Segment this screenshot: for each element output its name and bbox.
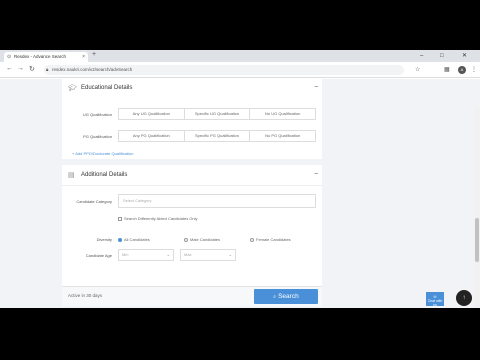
arrow-up-icon: ↑: [462, 295, 466, 301]
diversity-label: Diversity: [96, 237, 112, 242]
pg-option-none[interactable]: No PG Qualification: [250, 131, 315, 141]
age-max-select[interactable]: Max ⌄: [180, 249, 236, 261]
details-icon: ▤: [68, 172, 75, 179]
ug-label: UG Qualification: [82, 112, 112, 117]
url-text: resdex.naukri.com/v2/search/advSearch: [52, 67, 133, 72]
collapse-button[interactable]: –: [315, 171, 318, 177]
chevron-down-icon: ⌄: [228, 252, 232, 257]
browser-window: ⊙ Resdex - Advance Search × + – □ ✕ ← → …: [0, 50, 480, 308]
section-title: Additional Details: [81, 172, 128, 178]
divider: [62, 185, 322, 186]
active-in-value[interactable]: 30 days: [86, 293, 102, 298]
page-favicon-icon: ⊙: [7, 54, 12, 60]
tab-bar: ⊙ Resdex - Advance Search × + – □ ✕: [0, 50, 480, 62]
profile-avatar[interactable]: A: [458, 66, 466, 74]
add-ppg-link[interactable]: + Add PPG/Doctorate Qualification: [72, 151, 133, 156]
diff-abled-label: Search Differently Abled Candidates Only: [124, 216, 198, 221]
search-icon: ⌕: [273, 294, 277, 300]
url-field[interactable]: 🔒︎ resdex.naukri.com/v2/search/advSearch: [44, 65, 404, 75]
pg-option-specific[interactable]: Specific PG Qualification: [185, 131, 251, 141]
back-icon[interactable]: ←: [6, 65, 13, 72]
additional-details-section: ▤ Additional Details – Candidate Categor…: [62, 165, 322, 305]
radio-label: All Candidates: [124, 237, 150, 242]
pg-option-any[interactable]: Any PG Qualification: [119, 131, 185, 141]
radio-dot: [184, 237, 188, 242]
chat-help-button[interactable]: ✉ Chat with us: [426, 292, 444, 307]
educational-details-section: 🎓︎ Educational Details – UG Qualificatio…: [62, 79, 322, 159]
age-min-value: Min: [122, 252, 129, 257]
tab-title: Resdex - Advance Search: [14, 54, 67, 59]
radio-dot: [250, 237, 254, 242]
radio-label: Female Candidates: [256, 237, 291, 242]
checkbox-box: [118, 216, 122, 221]
page-content: 🎓︎ Educational Details – UG Qualificatio…: [0, 79, 480, 308]
active-in-label: Active in: [68, 293, 86, 298]
pg-qualification-group: Any PG Qualification Specific PG Qualifi…: [118, 130, 316, 142]
close-window-button[interactable]: ✕: [462, 50, 467, 62]
lock-icon: 🔒︎: [46, 67, 49, 72]
reload-icon[interactable]: ↻: [29, 65, 35, 73]
section-title: Educational Details: [81, 85, 133, 91]
forward-icon[interactable]: →: [17, 65, 24, 72]
scrollbar-thumb[interactable]: [475, 218, 479, 262]
age-max-value: Max: [184, 252, 192, 257]
radio-label: Male Candidates: [190, 237, 221, 242]
tab-close-icon[interactable]: ×: [82, 52, 85, 62]
chat-label: Chat with us: [427, 299, 443, 307]
browser-tab[interactable]: ⊙ Resdex - Advance Search ×: [4, 52, 88, 62]
pg-label: PG Qualification: [83, 134, 112, 139]
search-button[interactable]: ⌕ Search: [254, 289, 318, 304]
scroll-top-button[interactable]: ↑: [456, 290, 472, 306]
extensions-icon[interactable]: ▦: [444, 66, 450, 73]
address-bar: ← → ↻ 🔒︎ resdex.naukri.com/v2/search/adv…: [0, 62, 480, 78]
age-min-select[interactable]: Min ⌄: [118, 249, 174, 261]
search-footer-bar: Active in 30 days ⌕ Search: [62, 286, 322, 306]
active-in-text: Active in 30 days: [68, 293, 102, 298]
radio-all-candidates[interactable]: All Candidates: [118, 237, 150, 242]
radio-male-candidates[interactable]: Male Candidates: [184, 237, 220, 242]
radio-dot: [118, 237, 122, 242]
age-label: Candidate Age: [85, 253, 112, 258]
category-label: Candidate Category: [76, 199, 112, 204]
chevron-down-icon: ⌄: [166, 252, 170, 257]
new-tab-button[interactable]: +: [92, 51, 96, 58]
ug-qualification-group: Any UG Qualification Specific UG Qualifi…: [118, 108, 316, 120]
star-icon[interactable]: ☆: [415, 66, 420, 73]
graduation-cap-icon: 🎓︎: [68, 85, 77, 92]
ug-option-any[interactable]: Any UG Qualification: [119, 109, 185, 119]
minimize-button[interactable]: –: [420, 50, 423, 62]
collapse-button[interactable]: –: [315, 84, 318, 90]
scrollbar[interactable]: [474, 108, 480, 308]
category-input[interactable]: Select Category: [118, 194, 316, 208]
ug-option-none[interactable]: No UG Qualification: [250, 109, 315, 119]
search-label: Search: [278, 293, 299, 300]
maximize-button[interactable]: □: [440, 50, 444, 62]
menu-icon[interactable]: ⋮: [471, 66, 477, 73]
radio-female-candidates[interactable]: Female Candidates: [250, 237, 291, 242]
diff-abled-checkbox[interactable]: Search Differently Abled Candidates Only: [118, 216, 198, 221]
ug-option-specific[interactable]: Specific UG Qualification: [185, 109, 251, 119]
